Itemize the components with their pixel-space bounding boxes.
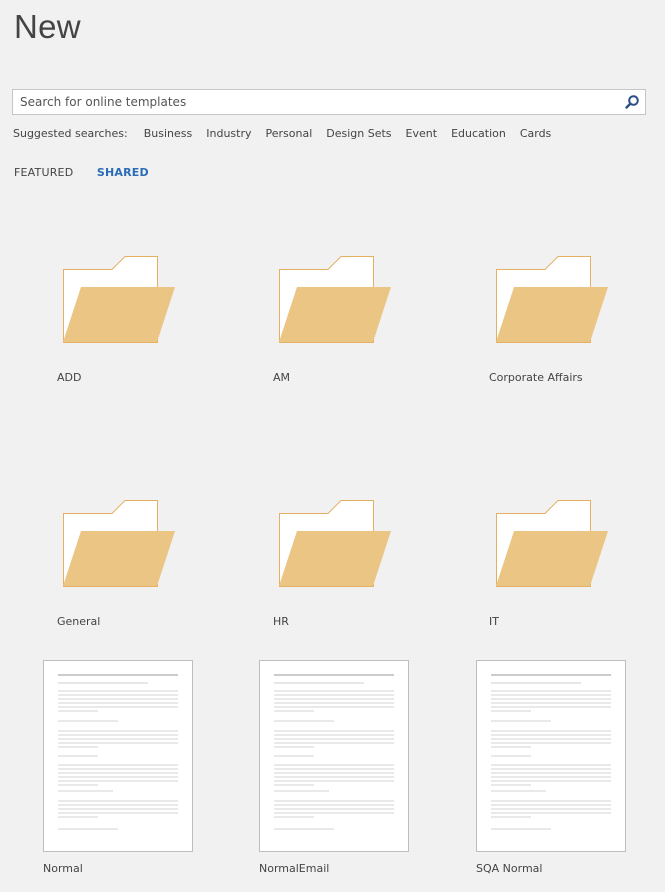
- folder-tile-corporate-affairs[interactable]: [495, 255, 610, 345]
- folder-icon: [63, 500, 175, 587]
- template-tile-normalemail[interactable]: [259, 660, 409, 852]
- suggested-search-personal[interactable]: Personal: [266, 127, 313, 140]
- search-box: [12, 89, 646, 115]
- tab-shared[interactable]: SHARED: [97, 166, 149, 179]
- folder-tile-hr[interactable]: [278, 499, 393, 589]
- template-label-normal: Normal: [43, 862, 83, 875]
- page-title: New: [14, 8, 81, 45]
- suggested-search-event[interactable]: Event: [406, 127, 438, 140]
- suggested-searches: Suggested searches: Business Industry Perso…: [13, 127, 565, 141]
- folder-icon: [63, 256, 175, 343]
- document-preview-icon: [491, 674, 611, 830]
- folder-label-general: General: [57, 615, 101, 628]
- folder-label-add: ADD: [57, 371, 82, 384]
- folder-label-corporate-affairs: Corporate Affairs: [489, 371, 583, 384]
- suggested-search-cards[interactable]: Cards: [520, 127, 551, 140]
- search-button[interactable]: [623, 93, 641, 111]
- folder-icon: [496, 256, 608, 343]
- folder-tile-add[interactable]: [62, 255, 177, 345]
- document-preview-icon: [274, 674, 394, 830]
- search-icon: [625, 95, 639, 109]
- document-preview-icon: [58, 674, 178, 830]
- suggested-search-industry[interactable]: Industry: [206, 127, 251, 140]
- template-label-normalemail: NormalEmail: [259, 862, 330, 875]
- suggested-search-design-sets[interactable]: Design Sets: [326, 127, 391, 140]
- folder-icon: [279, 500, 391, 587]
- template-tile-normal[interactable]: [43, 660, 193, 852]
- search-input[interactable]: [13, 90, 613, 114]
- folder-label-it: IT: [489, 615, 499, 628]
- suggested-search-business[interactable]: Business: [144, 127, 193, 140]
- suggested-searches-label: Suggested searches:: [13, 127, 128, 140]
- folder-label-am: AM: [273, 371, 291, 384]
- folder-tile-general[interactable]: [62, 499, 177, 589]
- template-tile-sqa-normal[interactable]: [476, 660, 626, 852]
- folder-icon: [279, 256, 391, 343]
- folder-tile-am[interactable]: [278, 255, 393, 345]
- suggested-search-education[interactable]: Education: [451, 127, 506, 140]
- folder-label-hr: HR: [273, 615, 289, 628]
- template-label-sqa-normal: SQA Normal: [476, 862, 543, 875]
- template-tabs: FEATURED SHARED: [14, 166, 169, 179]
- folder-icon: [496, 500, 608, 587]
- folder-tile-it[interactable]: [495, 499, 610, 589]
- tab-featured[interactable]: FEATURED: [14, 166, 73, 179]
